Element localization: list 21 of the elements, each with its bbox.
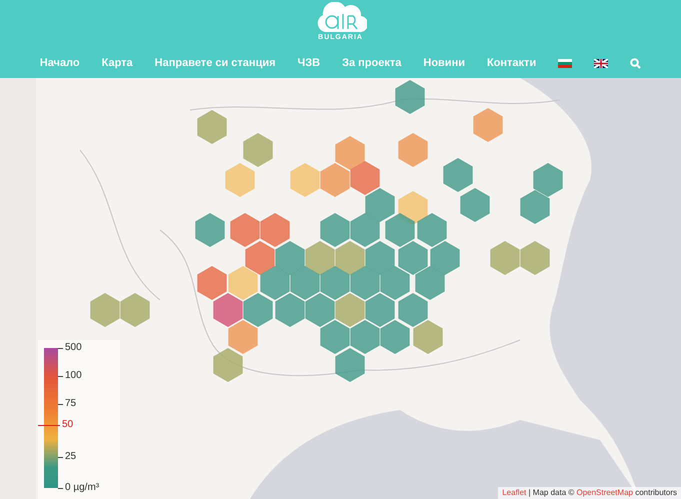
nav-link[interactable]: Контакти bbox=[486, 55, 536, 72]
uk-flag-icon[interactable] bbox=[594, 58, 608, 68]
legend-label: 25 bbox=[65, 450, 76, 464]
attribution-text: | Map data © bbox=[527, 487, 576, 499]
nav-link[interactable]: Направете си станция bbox=[154, 55, 276, 72]
nav-link[interactable]: Карта bbox=[102, 55, 133, 72]
nav-link[interactable]: ЧЗВ bbox=[298, 55, 320, 72]
legend-label: 0 µg/m³ bbox=[65, 481, 100, 495]
nav-link[interactable]: Новини bbox=[423, 55, 465, 72]
legend-label: 500 bbox=[65, 341, 82, 355]
attribution-text: contributors bbox=[634, 487, 677, 499]
leaflet-link[interactable]: Leaflet bbox=[502, 487, 526, 499]
search-icon[interactable] bbox=[630, 58, 642, 69]
legend-label: 75 bbox=[65, 397, 76, 411]
nav-link[interactable]: За проекта bbox=[342, 55, 402, 72]
legend-label: 100 bbox=[65, 369, 82, 383]
map-drawing[interactable] bbox=[0, 78, 681, 499]
bulgarian-flag-icon[interactable] bbox=[558, 58, 572, 68]
nav-link[interactable]: Начало bbox=[40, 55, 80, 72]
openstreetmap-link[interactable]: OpenStreetMap bbox=[576, 487, 633, 499]
legend-label: 50 bbox=[62, 418, 74, 432]
